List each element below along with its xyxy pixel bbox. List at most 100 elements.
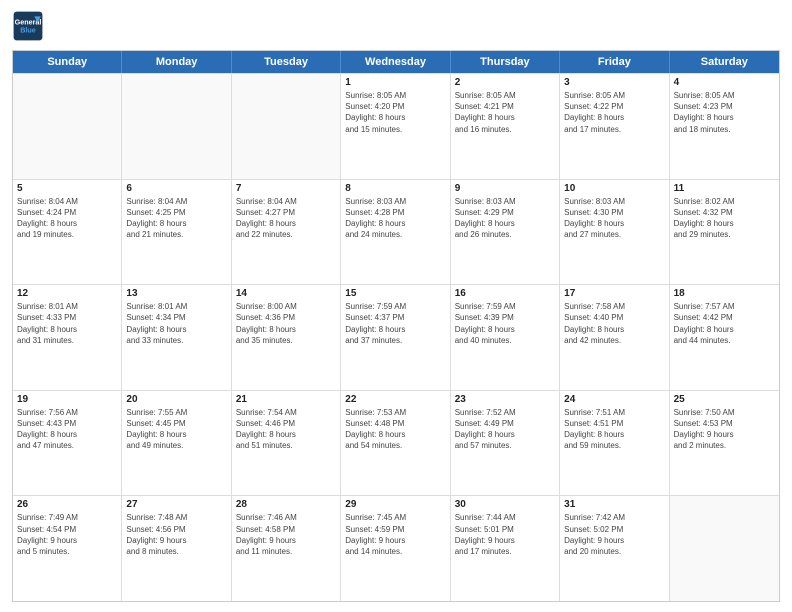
calendar-cell-8: 8Sunrise: 8:03 AM Sunset: 4:28 PM Daylig… <box>341 180 450 285</box>
calendar-cell-19: 19Sunrise: 7:56 AM Sunset: 4:43 PM Dayli… <box>13 391 122 496</box>
cell-day-number: 14 <box>236 288 336 299</box>
logo-icon: General Blue <box>12 10 44 42</box>
cell-day-number: 12 <box>17 288 117 299</box>
cell-day-number: 7 <box>236 183 336 194</box>
cell-info: Sunrise: 7:49 AM Sunset: 4:54 PM Dayligh… <box>17 512 117 557</box>
cell-day-number: 15 <box>345 288 445 299</box>
calendar-row-4: 26 Sunrise: 7:49 AM Sunset: 4:54 PM Dayli… <box>13 495 779 601</box>
calendar-cell-24: 24Sunrise: 7:51 AM Sunset: 4:51 PM Dayli… <box>560 391 669 496</box>
cell-day-number: 20 <box>126 394 226 405</box>
header-day-monday: Monday <box>122 51 231 73</box>
svg-text:Blue: Blue <box>20 25 36 34</box>
calendar-cell-3: 3Sunrise: 8:05 AM Sunset: 4:22 PM Daylig… <box>560 74 669 179</box>
cell-day-number: 30 <box>455 499 555 510</box>
cell-info: Sunrise: 8:01 AM Sunset: 4:34 PM Dayligh… <box>126 301 226 346</box>
cell-day-number: 22 <box>345 394 445 405</box>
header-day-thursday: Thursday <box>451 51 560 73</box>
calendar-cell-17: 17 Sunrise: 7:58 AM Sunset: 4:40 PM Dayli… <box>560 285 669 390</box>
cell-info: Sunrise: 7:42 AM Sunset: 5:02 PM Dayligh… <box>564 512 664 557</box>
calendar-cell-22: 22 Sunrise: 7:53 AM Sunset: 4:48 PM Dayli… <box>341 391 450 496</box>
calendar-cell-11: 11 Sunrise: 8:02 AM Sunset: 4:32 PM Dayli… <box>670 180 779 285</box>
cell-day-number: 9 <box>455 183 555 194</box>
calendar-cell-23: 23 Sunrise: 7:52 AM Sunset: 4:49 PM Dayli… <box>451 391 560 496</box>
cell-info: Sunrise: 7:59 AM Sunset: 4:39 PM Dayligh… <box>455 301 555 346</box>
cell-day-number: 6 <box>126 183 226 194</box>
cell-day-number: 24 <box>564 394 664 405</box>
cell-info: Sunrise: 7:45 AM Sunset: 4:59 PM Dayligh… <box>345 512 445 557</box>
cell-info: Sunrise: 8:01 AM Sunset: 4:33 PM Dayligh… <box>17 301 117 346</box>
calendar-cell-14: 14Sunrise: 8:00 AM Sunset: 4:36 PM Dayli… <box>232 285 341 390</box>
calendar-cell-12: 12 Sunrise: 8:01 AM Sunset: 4:33 PM Dayli… <box>13 285 122 390</box>
cell-info: Sunrise: 7:50 AM Sunset: 4:53 PM Dayligh… <box>674 407 775 452</box>
cell-info: Sunrise: 8:04 AM Sunset: 4:24 PM Dayligh… <box>17 196 117 241</box>
cell-day-number: 5 <box>17 183 117 194</box>
calendar-cell-9: 9 Sunrise: 8:03 AM Sunset: 4:29 PM Daylig… <box>451 180 560 285</box>
cell-info: Sunrise: 7:52 AM Sunset: 4:49 PM Dayligh… <box>455 407 555 452</box>
cell-info: Sunrise: 8:04 AM Sunset: 4:27 PM Dayligh… <box>236 196 336 241</box>
calendar-cell-31: 31Sunrise: 7:42 AM Sunset: 5:02 PM Dayli… <box>560 496 669 601</box>
cell-info: Sunrise: 8:03 AM Sunset: 4:29 PM Dayligh… <box>455 196 555 241</box>
calendar-cell-4: 4 Sunrise: 8:05 AM Sunset: 4:23 PM Daylig… <box>670 74 779 179</box>
cell-day-number: 4 <box>674 77 775 88</box>
cell-day-number: 23 <box>455 394 555 405</box>
cell-day-number: 26 <box>17 499 117 510</box>
calendar-cell-10: 10 Sunrise: 8:03 AM Sunset: 4:30 PM Dayli… <box>560 180 669 285</box>
cell-day-number: 28 <box>236 499 336 510</box>
calendar-cell-15: 15 Sunrise: 7:59 AM Sunset: 4:37 PM Dayli… <box>341 285 450 390</box>
cell-day-number: 19 <box>17 394 117 405</box>
cell-day-number: 25 <box>674 394 775 405</box>
cell-day-number: 18 <box>674 288 775 299</box>
calendar-row-3: 19Sunrise: 7:56 AM Sunset: 4:43 PM Dayli… <box>13 390 779 496</box>
calendar-cell-25: 25 Sunrise: 7:50 AM Sunset: 4:53 PM Dayli… <box>670 391 779 496</box>
calendar-cell-30: 30 Sunrise: 7:44 AM Sunset: 5:01 PM Dayli… <box>451 496 560 601</box>
cell-day-number: 8 <box>345 183 445 194</box>
cell-info: Sunrise: 8:02 AM Sunset: 4:32 PM Dayligh… <box>674 196 775 241</box>
calendar-cell-empty-0-1 <box>122 74 231 179</box>
cell-info: Sunrise: 8:05 AM Sunset: 4:21 PM Dayligh… <box>455 90 555 135</box>
cell-info: Sunrise: 7:58 AM Sunset: 4:40 PM Dayligh… <box>564 301 664 346</box>
header-day-wednesday: Wednesday <box>341 51 450 73</box>
calendar-row-2: 12 Sunrise: 8:01 AM Sunset: 4:33 PM Dayli… <box>13 284 779 390</box>
page: General Blue SundayMondayTuesdayWednesda… <box>0 0 792 612</box>
calendar-cell-7: 7 Sunrise: 8:04 AM Sunset: 4:27 PM Daylig… <box>232 180 341 285</box>
cell-day-number: 17 <box>564 288 664 299</box>
cell-info: Sunrise: 8:05 AM Sunset: 4:20 PM Dayligh… <box>345 90 445 135</box>
cell-info: Sunrise: 8:05 AM Sunset: 4:22 PM Dayligh… <box>564 90 664 135</box>
cell-day-number: 27 <box>126 499 226 510</box>
cell-info: Sunrise: 8:04 AM Sunset: 4:25 PM Dayligh… <box>126 196 226 241</box>
logo: General Blue <box>12 10 44 42</box>
cell-day-number: 29 <box>345 499 445 510</box>
header-day-sunday: Sunday <box>13 51 122 73</box>
cell-day-number: 1 <box>345 77 445 88</box>
header-day-friday: Friday <box>560 51 669 73</box>
calendar-cell-5: 5 Sunrise: 8:04 AM Sunset: 4:24 PM Daylig… <box>13 180 122 285</box>
calendar-row-0: 1 Sunrise: 8:05 AM Sunset: 4:20 PM Daylig… <box>13 73 779 179</box>
calendar-cell-1: 1 Sunrise: 8:05 AM Sunset: 4:20 PM Daylig… <box>341 74 450 179</box>
header-day-saturday: Saturday <box>670 51 779 73</box>
calendar-cell-6: 6 Sunrise: 8:04 AM Sunset: 4:25 PM Daylig… <box>122 180 231 285</box>
calendar-body: 1 Sunrise: 8:05 AM Sunset: 4:20 PM Daylig… <box>13 73 779 601</box>
header: General Blue <box>12 10 780 42</box>
calendar-row-1: 5 Sunrise: 8:04 AM Sunset: 4:24 PM Daylig… <box>13 179 779 285</box>
calendar-header: SundayMondayTuesdayWednesdayThursdayFrid… <box>13 51 779 73</box>
cell-info: Sunrise: 8:03 AM Sunset: 4:30 PM Dayligh… <box>564 196 664 241</box>
cell-info: Sunrise: 7:44 AM Sunset: 5:01 PM Dayligh… <box>455 512 555 557</box>
calendar-cell-29: 29 Sunrise: 7:45 AM Sunset: 4:59 PM Dayli… <box>341 496 450 601</box>
cell-day-number: 11 <box>674 183 775 194</box>
cell-info: Sunrise: 8:05 AM Sunset: 4:23 PM Dayligh… <box>674 90 775 135</box>
cell-info: Sunrise: 7:53 AM Sunset: 4:48 PM Dayligh… <box>345 407 445 452</box>
cell-day-number: 2 <box>455 77 555 88</box>
cell-day-number: 21 <box>236 394 336 405</box>
cell-info: Sunrise: 7:55 AM Sunset: 4:45 PM Dayligh… <box>126 407 226 452</box>
calendar: SundayMondayTuesdayWednesdayThursdayFrid… <box>12 50 780 602</box>
cell-info: Sunrise: 7:59 AM Sunset: 4:37 PM Dayligh… <box>345 301 445 346</box>
calendar-cell-26: 26 Sunrise: 7:49 AM Sunset: 4:54 PM Dayli… <box>13 496 122 601</box>
cell-info: Sunrise: 7:46 AM Sunset: 4:58 PM Dayligh… <box>236 512 336 557</box>
calendar-cell-2: 2 Sunrise: 8:05 AM Sunset: 4:21 PM Daylig… <box>451 74 560 179</box>
cell-day-number: 13 <box>126 288 226 299</box>
calendar-cell-20: 20 Sunrise: 7:55 AM Sunset: 4:45 PM Dayli… <box>122 391 231 496</box>
cell-day-number: 10 <box>564 183 664 194</box>
cell-info: Sunrise: 7:54 AM Sunset: 4:46 PM Dayligh… <box>236 407 336 452</box>
calendar-cell-21: 21 Sunrise: 7:54 AM Sunset: 4:46 PM Dayli… <box>232 391 341 496</box>
cell-day-number: 16 <box>455 288 555 299</box>
